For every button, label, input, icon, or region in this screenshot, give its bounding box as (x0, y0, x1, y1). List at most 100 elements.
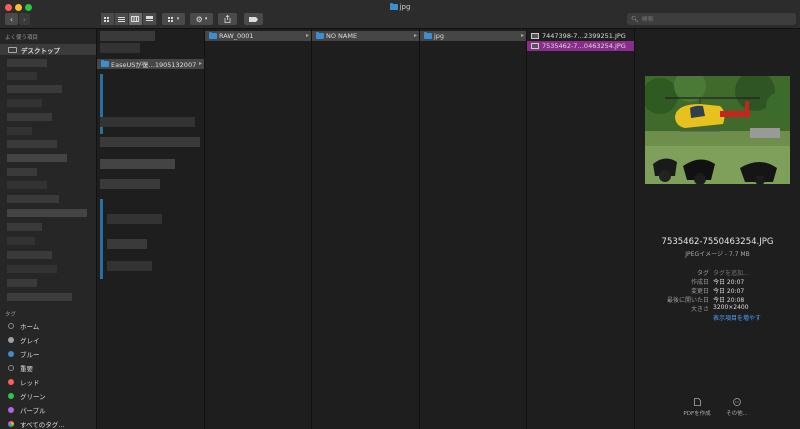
sidebar-item-label: 重要 (20, 364, 33, 373)
grid-icon (167, 16, 173, 22)
redacted-item (107, 239, 147, 249)
column-1: EaseUSが復…1905132007 ▸ (97, 29, 205, 429)
redacted-item (7, 113, 52, 121)
share-button[interactable] (218, 13, 237, 25)
sidebar-item-label: グレイ (20, 336, 40, 345)
redacted-item (7, 195, 59, 203)
redacted-item (7, 209, 87, 217)
sidebar-tag-red[interactable]: レッド (0, 376, 96, 387)
chevron-right-icon: ▸ (305, 32, 309, 39)
folder-icon (424, 32, 432, 39)
tag-button[interactable] (244, 13, 263, 25)
list-view-button[interactable] (114, 13, 129, 25)
chevron-right-icon: › (22, 14, 27, 24)
gallery-icon (145, 16, 153, 21)
sidebar-item-label: パープル (20, 406, 46, 415)
chevron-right-icon: ▸ (413, 32, 417, 39)
column-4: jpg ▸ (420, 29, 527, 429)
sidebar-tag-green[interactable]: グリーン (0, 390, 96, 401)
redacted-item (7, 99, 42, 107)
sidebar-item-label: デスクトップ (21, 46, 60, 55)
chevron-down-icon: ▾ (204, 16, 208, 22)
tags-header: タグ (5, 312, 17, 318)
column-2-item[interactable]: RAW_0001 ▸ (205, 31, 311, 41)
redacted-item (100, 43, 140, 53)
tag-dot-icon (8, 350, 14, 357)
column-4-item[interactable]: jpg ▸ (420, 31, 526, 41)
file-item[interactable]: 7447398-7…2399251.JPG (527, 31, 634, 41)
folder-icon (389, 3, 398, 10)
window-title: jpg (0, 3, 800, 11)
redacted-item (7, 154, 67, 162)
view-mode-segmented (100, 13, 157, 25)
redacted-item (7, 237, 35, 245)
redacted-item (100, 117, 195, 127)
redacted-item (100, 31, 155, 41)
redacted-item (100, 159, 175, 169)
sidebar-tag-home[interactable]: ホーム (0, 320, 96, 331)
redacted-item (107, 214, 162, 224)
sidebar-tag-purple[interactable]: パープル (0, 404, 96, 415)
share-icon (224, 15, 231, 23)
redacted-item (7, 279, 37, 287)
preview-filename: 7535462-7550463254.JPG (661, 237, 774, 247)
action-button[interactable]: ⚙ ▾ (190, 13, 213, 25)
folder-icon (316, 32, 324, 39)
favorites-header: よく使う項目 (5, 35, 39, 41)
search-input[interactable] (638, 15, 782, 23)
create-pdf-button[interactable]: PDFを作成 (677, 398, 717, 417)
back-button[interactable]: ‹ (5, 13, 18, 25)
column-5: 7447398-7…2399251.JPG 7535462-7…0463254.… (527, 29, 635, 429)
search-field[interactable]: 🔍︎ (627, 13, 796, 25)
image-file-icon (531, 33, 539, 39)
group-button[interactable]: ▾ (162, 13, 185, 25)
redacted-item (7, 223, 42, 231)
chevron-right-icon: ▸ (198, 60, 202, 67)
sidebar-tag-blue[interactable]: ブルー (0, 348, 96, 359)
icon-view-button[interactable] (100, 13, 115, 25)
column-1-item[interactable]: EaseUSが復…1905132007 ▸ (97, 59, 204, 69)
redacted-item (100, 137, 200, 147)
columns-icon (131, 16, 139, 22)
redacted-item (107, 261, 152, 271)
tag-dot-icon (8, 406, 14, 413)
chevron-down-icon: ▾ (176, 16, 180, 22)
sidebar-tag-gray[interactable]: グレイ (0, 334, 96, 345)
file-item-selected[interactable]: 7535462-7…0463254.JPG (527, 41, 634, 51)
redacted-item (7, 293, 72, 301)
tag-dot-icon (8, 336, 14, 343)
chevron-right-icon: ▸ (520, 32, 524, 39)
sidebar-tag-important[interactable]: 重要 (0, 362, 96, 373)
redacted-item (7, 85, 62, 93)
show-more-link[interactable]: 表示項目を増やす (713, 313, 761, 322)
tag-dot-icon (8, 322, 14, 329)
tag-icon (249, 16, 258, 22)
more-actions-button[interactable]: その他... (717, 398, 757, 417)
sidebar-tag-all[interactable]: すべてのタグ… (0, 418, 96, 429)
sidebar-item-label: ホーム (20, 322, 40, 331)
sidebar: よく使う項目 デスクトップ タグ ホーム グレイ ブルー 重要 レッド グリーン… (0, 29, 97, 429)
search-icon: 🔍︎ (631, 15, 639, 23)
redacted-item (100, 179, 160, 189)
preview-kind-size: JPEGイメージ - 7.7 MB (685, 251, 750, 258)
chevron-left-icon: ‹ (9, 14, 14, 24)
forward-button[interactable]: › (19, 13, 30, 25)
folder-icon (101, 60, 109, 67)
redacted-item (7, 168, 37, 176)
column-2: RAW_0001 ▸ (205, 29, 312, 429)
image-file-icon (531, 43, 539, 49)
gallery-view-button[interactable] (142, 13, 157, 25)
add-tags-field[interactable]: タグを追加... (713, 268, 749, 277)
column-3-item[interactable]: NO NAME ▸ (312, 31, 419, 41)
list-icon (117, 16, 125, 22)
all-tags-icon (8, 420, 14, 427)
redacted-item (7, 265, 57, 273)
ellipsis-circle-icon (733, 398, 741, 406)
tag-dot-icon (8, 392, 14, 399)
column-view-button[interactable] (128, 13, 143, 25)
redacted-item (7, 59, 47, 67)
sidebar-item-desktop[interactable]: デスクトップ (0, 44, 96, 55)
redacted-item (100, 199, 103, 279)
sidebar-item-label: レッド (20, 378, 40, 387)
gear-icon: ⚙ (195, 14, 203, 24)
